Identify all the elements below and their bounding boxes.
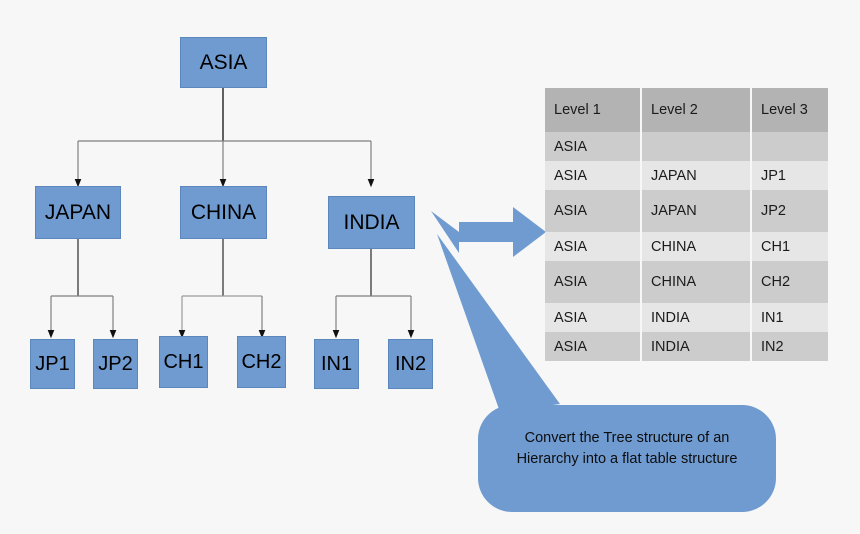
cell-level-3: CH1	[751, 232, 828, 261]
cell-level-1: ASIA	[545, 261, 642, 303]
table-header-row: Level 1 Level 2 Level 3	[545, 88, 828, 132]
cell-level-1: ASIA	[545, 190, 642, 232]
callout-line-1: Convert the Tree structure of an	[524, 430, 730, 446]
cell-level-2: INDIA	[641, 332, 752, 361]
transform-arrow-icon	[431, 207, 546, 257]
cell-level-2: JAPAN	[641, 190, 752, 232]
cell-level-2: CHINA	[641, 261, 752, 303]
table-header-level-1: Level 1	[545, 88, 642, 132]
cell-level-2	[641, 132, 752, 161]
callout-tail	[437, 234, 560, 412]
table-row: ASIA JAPAN JP2	[545, 190, 828, 232]
table-row: ASIA CHINA CH1	[545, 232, 828, 261]
table-row: ASIA INDIA IN2	[545, 332, 828, 361]
table-row: ASIA	[545, 132, 828, 161]
cell-level-3: CH2	[751, 261, 828, 303]
cell-level-1: ASIA	[545, 332, 642, 361]
cell-level-1: ASIA	[545, 161, 642, 190]
cell-level-2: CHINA	[641, 232, 752, 261]
cell-level-3: IN1	[751, 303, 828, 332]
cell-level-3: IN2	[751, 332, 828, 361]
cell-level-3: JP1	[751, 161, 828, 190]
flat-table: Level 1 Level 2 Level 3 ASIA ASIA JAPAN …	[545, 88, 828, 361]
table-header-level-2: Level 2	[641, 88, 752, 132]
cell-level-2: INDIA	[641, 303, 752, 332]
callout-line-2: Hierarchy into a flat table structure	[516, 451, 738, 467]
cell-level-1: ASIA	[545, 303, 642, 332]
callout-text: Convert the Tree structure of an Hierarc…	[484, 428, 770, 470]
cell-level-3	[751, 132, 828, 161]
table-row: ASIA INDIA IN1	[545, 303, 828, 332]
cell-level-2: JAPAN	[641, 161, 752, 190]
cell-level-1: ASIA	[545, 132, 642, 161]
table-row: ASIA JAPAN JP1	[545, 161, 828, 190]
cell-level-1: ASIA	[545, 232, 642, 261]
diagram-canvas: ASIA JAPAN CHINA INDIA JP1 JP2 CH1 CH2 I…	[0, 0, 860, 534]
table-row: ASIA CHINA CH2	[545, 261, 828, 303]
table-header-level-3: Level 3	[751, 88, 828, 132]
cell-level-3: JP2	[751, 190, 828, 232]
